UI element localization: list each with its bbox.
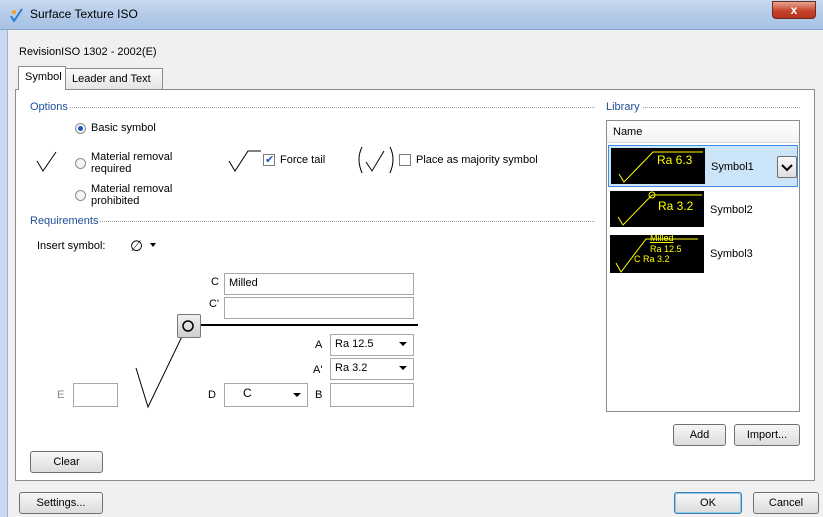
symbol1-thumb-text: Ra 6.3	[657, 153, 693, 167]
all-around-toggle-button[interactable]	[177, 314, 201, 338]
force-tail-label: Force tail	[280, 154, 326, 166]
material-removal-prohibited-label-1: Material removal	[91, 183, 173, 195]
tab-leader-and-text[interactable]: Leader and Text	[65, 68, 163, 90]
symbol3-name: Symbol3	[710, 248, 753, 260]
basic-symbol-radio[interactable]	[75, 123, 86, 134]
settings-button[interactable]: Settings...	[19, 492, 103, 514]
material-removal-required-radio[interactable]	[75, 158, 86, 169]
a-dropdown-arrow-icon	[399, 342, 407, 346]
a-prime-value: Ra 3.2	[335, 362, 368, 374]
majority-symbol-icon	[358, 146, 394, 174]
options-divider	[70, 107, 595, 108]
tab-symbol[interactable]: Symbol	[18, 66, 66, 90]
force-tail-checkbox[interactable]	[263, 153, 275, 166]
import-button[interactable]: Import...	[734, 424, 800, 446]
insert-symbol-label: Insert symbol:	[37, 240, 106, 252]
place-as-majority-label: Place as majority symbol	[416, 154, 538, 166]
all-around-circle-icon	[182, 320, 194, 332]
symbol1-thumbnail: Ra 6.3	[611, 148, 705, 184]
field-c-prime-label: C'	[209, 298, 220, 310]
b-input[interactable]	[330, 383, 414, 407]
symbol2-name: Symbol2	[710, 204, 753, 216]
field-c-label: C	[211, 276, 219, 288]
add-button[interactable]: Add	[673, 424, 726, 446]
symbol1-name: Symbol1	[711, 161, 754, 173]
place-as-majority-checkbox[interactable]	[399, 154, 411, 166]
material-removal-prohibited-label-2: prohibited	[91, 195, 140, 207]
d-value: C	[243, 386, 252, 400]
symbol3-thumbnail: Milled Ra 12.5 C Ra 3.2	[610, 233, 704, 273]
a-prime-dropdown-arrow-icon	[399, 366, 407, 370]
diameter-symbol: ∅	[130, 237, 144, 255]
basic-symbol-label: Basic symbol	[91, 122, 156, 134]
symbol3-thumb-line-2: Ra 12.5	[650, 244, 682, 254]
c-input[interactable]: Milled	[224, 273, 414, 295]
symbol3-thumb-line-3: C Ra 3.2	[634, 254, 670, 264]
a-combobox[interactable]: Ra 12.5	[330, 334, 414, 356]
library-list[interactable]: Name Ra 6.3 Symbol1 Ra 3.2 Symbol2 Mille…	[606, 120, 800, 412]
library-divider	[643, 107, 800, 108]
chevron-down-icon	[781, 164, 793, 172]
insert-symbol-dropdown[interactable]: ∅	[120, 235, 160, 257]
window-title: Surface Texture ISO	[30, 7, 138, 21]
close-button[interactable]: x	[772, 1, 816, 19]
symbol1-dropdown-button[interactable]	[777, 156, 797, 178]
requirements-group-label: Requirements	[30, 215, 101, 227]
d-dropdown-arrow-icon	[293, 393, 301, 397]
library-group-label: Library	[606, 101, 642, 113]
material-removal-required-symbol-icon	[36, 151, 57, 172]
surface-texture-app-icon	[10, 8, 23, 22]
e-input[interactable]	[73, 383, 118, 407]
revision-label: RevisionISO 1302 - 2002(E)	[19, 46, 157, 58]
force-tail-symbol-icon	[228, 150, 261, 172]
symbol3-thumb-line-1: Milled	[650, 233, 674, 243]
requirements-divider	[97, 221, 595, 222]
library-item-symbol2[interactable]: Ra 3.2 Symbol2	[608, 189, 798, 231]
clear-button[interactable]: Clear	[30, 451, 103, 473]
field-a-prime-label: A'	[313, 364, 323, 376]
options-group-label: Options	[30, 101, 70, 113]
library-item-symbol3[interactable]: Milled Ra 12.5 C Ra 3.2 Symbol3	[608, 233, 798, 275]
symbol2-thumbnail: Ra 3.2	[610, 191, 704, 227]
material-removal-prohibited-radio[interactable]	[75, 190, 86, 201]
field-b-label: B	[315, 389, 323, 401]
field-a-label: A	[315, 339, 323, 351]
window-frame-left	[0, 30, 8, 517]
ok-button[interactable]: OK	[674, 492, 742, 514]
library-item-symbol1[interactable]: Ra 6.3 Symbol1	[608, 145, 798, 187]
d-combobox[interactable]: C	[224, 383, 308, 407]
material-removal-required-label-2: required	[91, 163, 132, 175]
symbol2-thumb-text: Ra 3.2	[658, 199, 694, 213]
field-d-label: D	[208, 389, 216, 401]
cancel-button[interactable]: Cancel	[753, 492, 819, 514]
material-removal-required-label-1: Material removal	[91, 151, 173, 163]
dropdown-arrow-icon	[150, 243, 156, 247]
a-value: Ra 12.5	[335, 338, 374, 350]
a-prime-combobox[interactable]: Ra 3.2	[330, 358, 414, 380]
field-e-label: E	[57, 389, 65, 401]
library-column-header[interactable]: Name	[607, 121, 799, 143]
